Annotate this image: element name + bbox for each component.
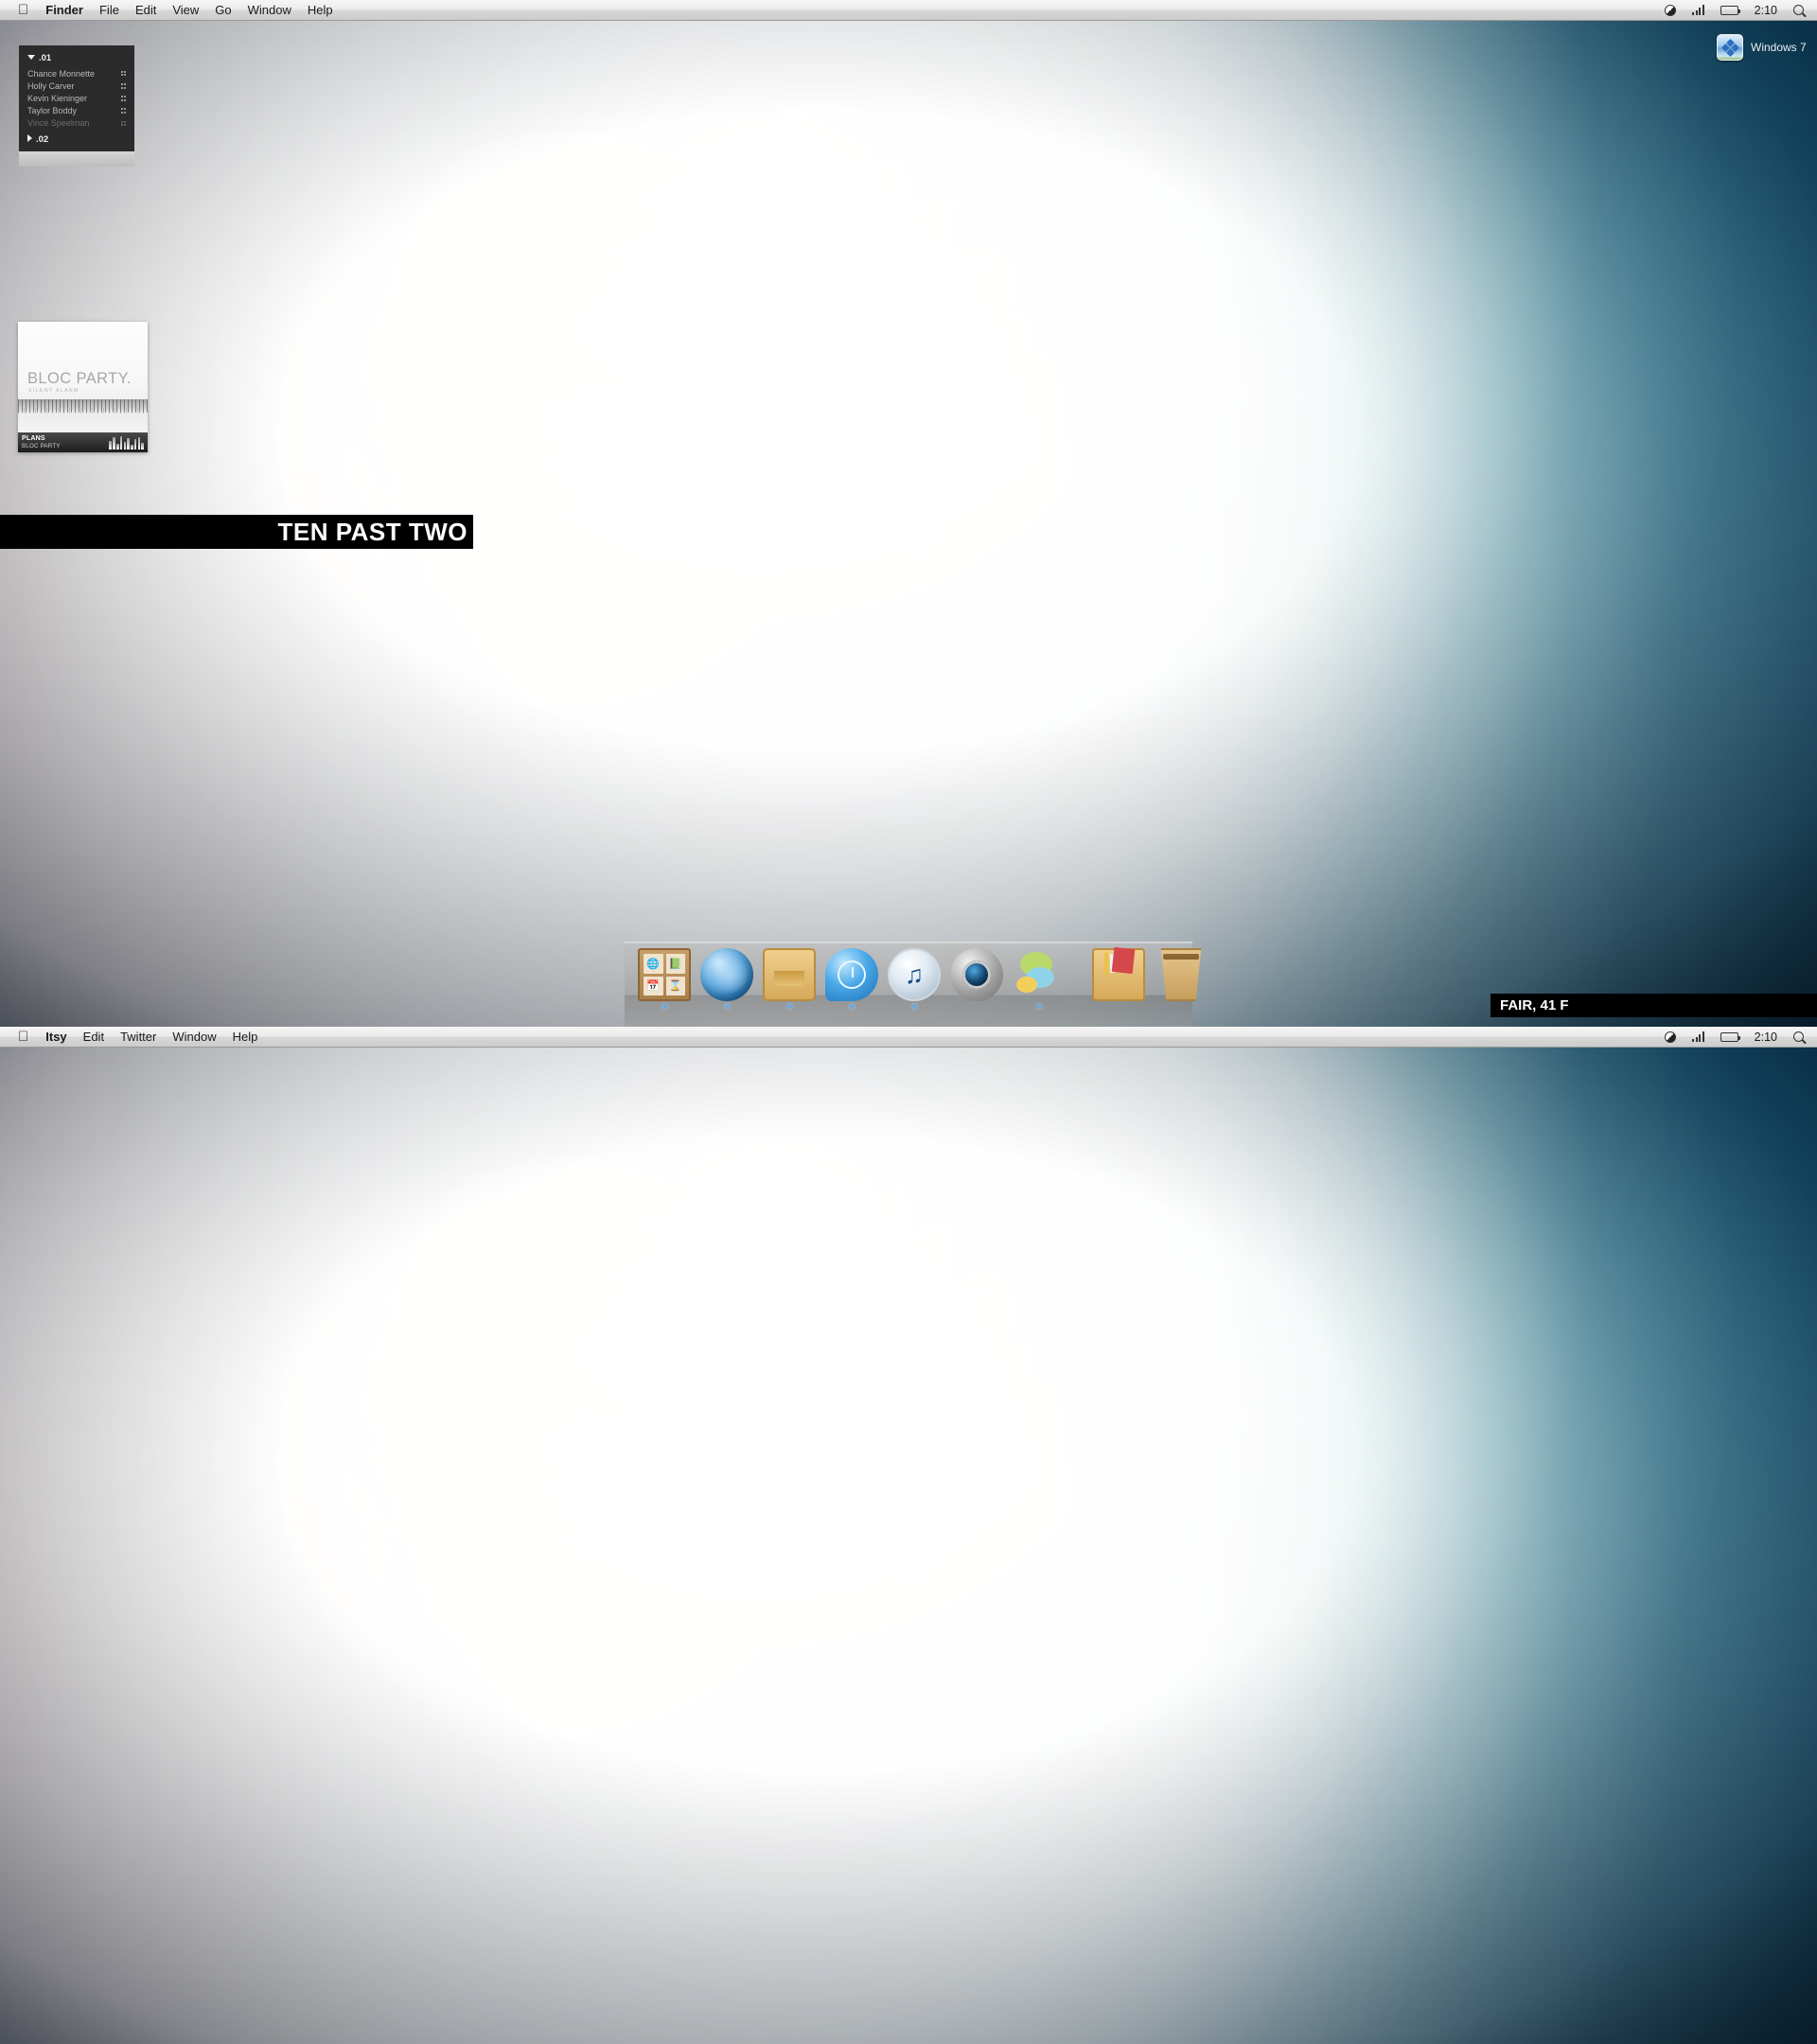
menu-bar-top[interactable]:  Finder File Edit View Go Window Help 2… xyxy=(0,0,1817,21)
caret-right-icon xyxy=(27,133,32,142)
drag-handle-icon[interactable] xyxy=(120,96,126,101)
inbox-icon[interactable] xyxy=(763,948,816,1001)
task-name: Chance Monnette xyxy=(27,68,96,79)
equalizer-icon xyxy=(109,435,144,449)
drag-handle-icon[interactable] xyxy=(120,120,126,127)
apple-icon[interactable]:  xyxy=(18,3,28,17)
running-indicator xyxy=(911,1004,917,1009)
menu-item-help[interactable]: Help xyxy=(308,3,333,17)
menu-item-file[interactable]: File xyxy=(99,3,119,17)
wifi-signal-icon[interactable] xyxy=(1692,1031,1704,1042)
apple-icon[interactable]:  xyxy=(18,1030,28,1044)
task-group-one-header[interactable]: .01 xyxy=(27,53,126,63)
dock-top[interactable]: 🌐 📗 📅 ⌛ ♫ xyxy=(625,942,1202,1027)
battery-icon[interactable] xyxy=(1720,1031,1741,1042)
supplies-box-icon[interactable] xyxy=(1092,946,1145,1001)
desktop-icon-windows7[interactable]: Windows 7 xyxy=(1717,34,1807,61)
menu-item-help[interactable]: Help xyxy=(233,1030,258,1044)
windows-logo-icon xyxy=(1717,34,1743,61)
spotlight-search-icon[interactable] xyxy=(1793,5,1804,15)
task-row[interactable]: Kevin Kieninger xyxy=(27,92,126,104)
menu-item-go[interactable]: Go xyxy=(215,3,231,17)
album-cover-title: BLOC PARTY. xyxy=(27,370,132,388)
menu-item-window[interactable]: Window xyxy=(172,1030,216,1044)
camera-lens-icon[interactable] xyxy=(950,948,1003,1001)
task-row[interactable]: Chance Monnette xyxy=(27,67,126,79)
battery-icon[interactable] xyxy=(1720,5,1741,15)
task-name: Holly Carver xyxy=(27,80,75,91)
task-name: Vince Speelman xyxy=(27,118,90,129)
artwork-horizon-2 xyxy=(18,408,148,414)
dropbox-icon[interactable] xyxy=(1665,4,1677,16)
running-indicator xyxy=(786,1004,792,1009)
menubar-clock[interactable]: 2:10 xyxy=(1755,4,1777,17)
menu-bar-bottom[interactable]:  Itsy Edit Twitter Window Help 2:10 xyxy=(0,1027,1817,1048)
task-row[interactable]: Taylor Boddy xyxy=(27,105,126,117)
cloud-bubbles-icon[interactable] xyxy=(1013,948,1066,1001)
task-group-two-header[interactable]: .02 xyxy=(27,133,126,145)
running-indicator xyxy=(849,1004,855,1009)
dropbox-icon[interactable] xyxy=(1665,1031,1677,1043)
widget-footer-bar xyxy=(19,150,134,167)
menu-item-twitter[interactable]: Twitter xyxy=(120,1030,156,1044)
task-name: Kevin Kieninger xyxy=(27,93,88,103)
menu-app-name[interactable]: Itsy xyxy=(45,1030,66,1044)
clock-text: TEN PAST TWO xyxy=(277,517,467,546)
weather-text: FAIR, 41 F xyxy=(1500,997,1569,1013)
chat-clock-icon[interactable] xyxy=(825,948,878,1001)
menu-item-window[interactable]: Window xyxy=(248,3,291,17)
menubar-clock[interactable]: 2:10 xyxy=(1755,1031,1777,1044)
track-title: PLANS xyxy=(22,435,45,442)
album-cover-subtitle: SILENT ALARM xyxy=(28,388,79,395)
track-artist: BLOC PARTY xyxy=(22,443,61,449)
shelf-icon[interactable]: 🌐 📗 📅 ⌛ xyxy=(638,948,691,1001)
menu-app-name[interactable]: Finder xyxy=(45,3,83,17)
menu-item-edit[interactable]: Edit xyxy=(135,3,156,17)
running-indicator xyxy=(1036,1004,1042,1009)
running-indicator xyxy=(662,1004,667,1009)
drag-handle-icon[interactable] xyxy=(120,83,126,89)
desktop-screenshot-top:  Finder File Edit View Go Window Help 2… xyxy=(0,0,1817,1027)
now-playing-bar: PLANS BLOC PARTY xyxy=(18,432,148,452)
album-artwork: BLOC PARTY. SILENT ALARM xyxy=(18,322,148,432)
trash-bin-icon[interactable] xyxy=(1160,948,1202,1001)
globe-icon[interactable] xyxy=(700,948,753,1001)
desktop-wallpaper xyxy=(0,1027,1817,2044)
desktop-icon-label: Windows 7 xyxy=(1751,41,1807,54)
task-row[interactable]: Holly Carver xyxy=(27,79,126,92)
spotlight-search-icon[interactable] xyxy=(1793,1031,1804,1042)
now-playing-widget: BLOC PARTY. SILENT ALARM PLANS BLOC PART… xyxy=(18,322,148,452)
weather-text-bar: FAIR, 41 F xyxy=(1491,994,1817,1017)
caret-down-icon xyxy=(27,55,35,60)
clock-text-bar: TEN PAST TWO xyxy=(0,515,473,549)
task-row[interactable]: Vince Speelman xyxy=(27,117,126,130)
running-indicator xyxy=(724,1004,730,1009)
desktop-wallpaper xyxy=(0,0,1817,1027)
wifi-signal-icon[interactable] xyxy=(1692,5,1704,15)
desktop-screenshot-bottom:  Itsy Edit Twitter Window Help 2:10 .01… xyxy=(0,1027,1817,2044)
drag-handle-icon[interactable] xyxy=(120,108,126,114)
task-name: Taylor Boddy xyxy=(27,106,78,116)
menu-item-edit[interactable]: Edit xyxy=(83,1030,104,1044)
task-list-widget: .01 Chance Monnette Holly Carver Kevin K… xyxy=(19,45,134,167)
menu-item-view[interactable]: View xyxy=(172,3,199,17)
drag-handle-icon[interactable] xyxy=(120,70,126,77)
music-note-icon[interactable]: ♫ xyxy=(888,948,941,1001)
